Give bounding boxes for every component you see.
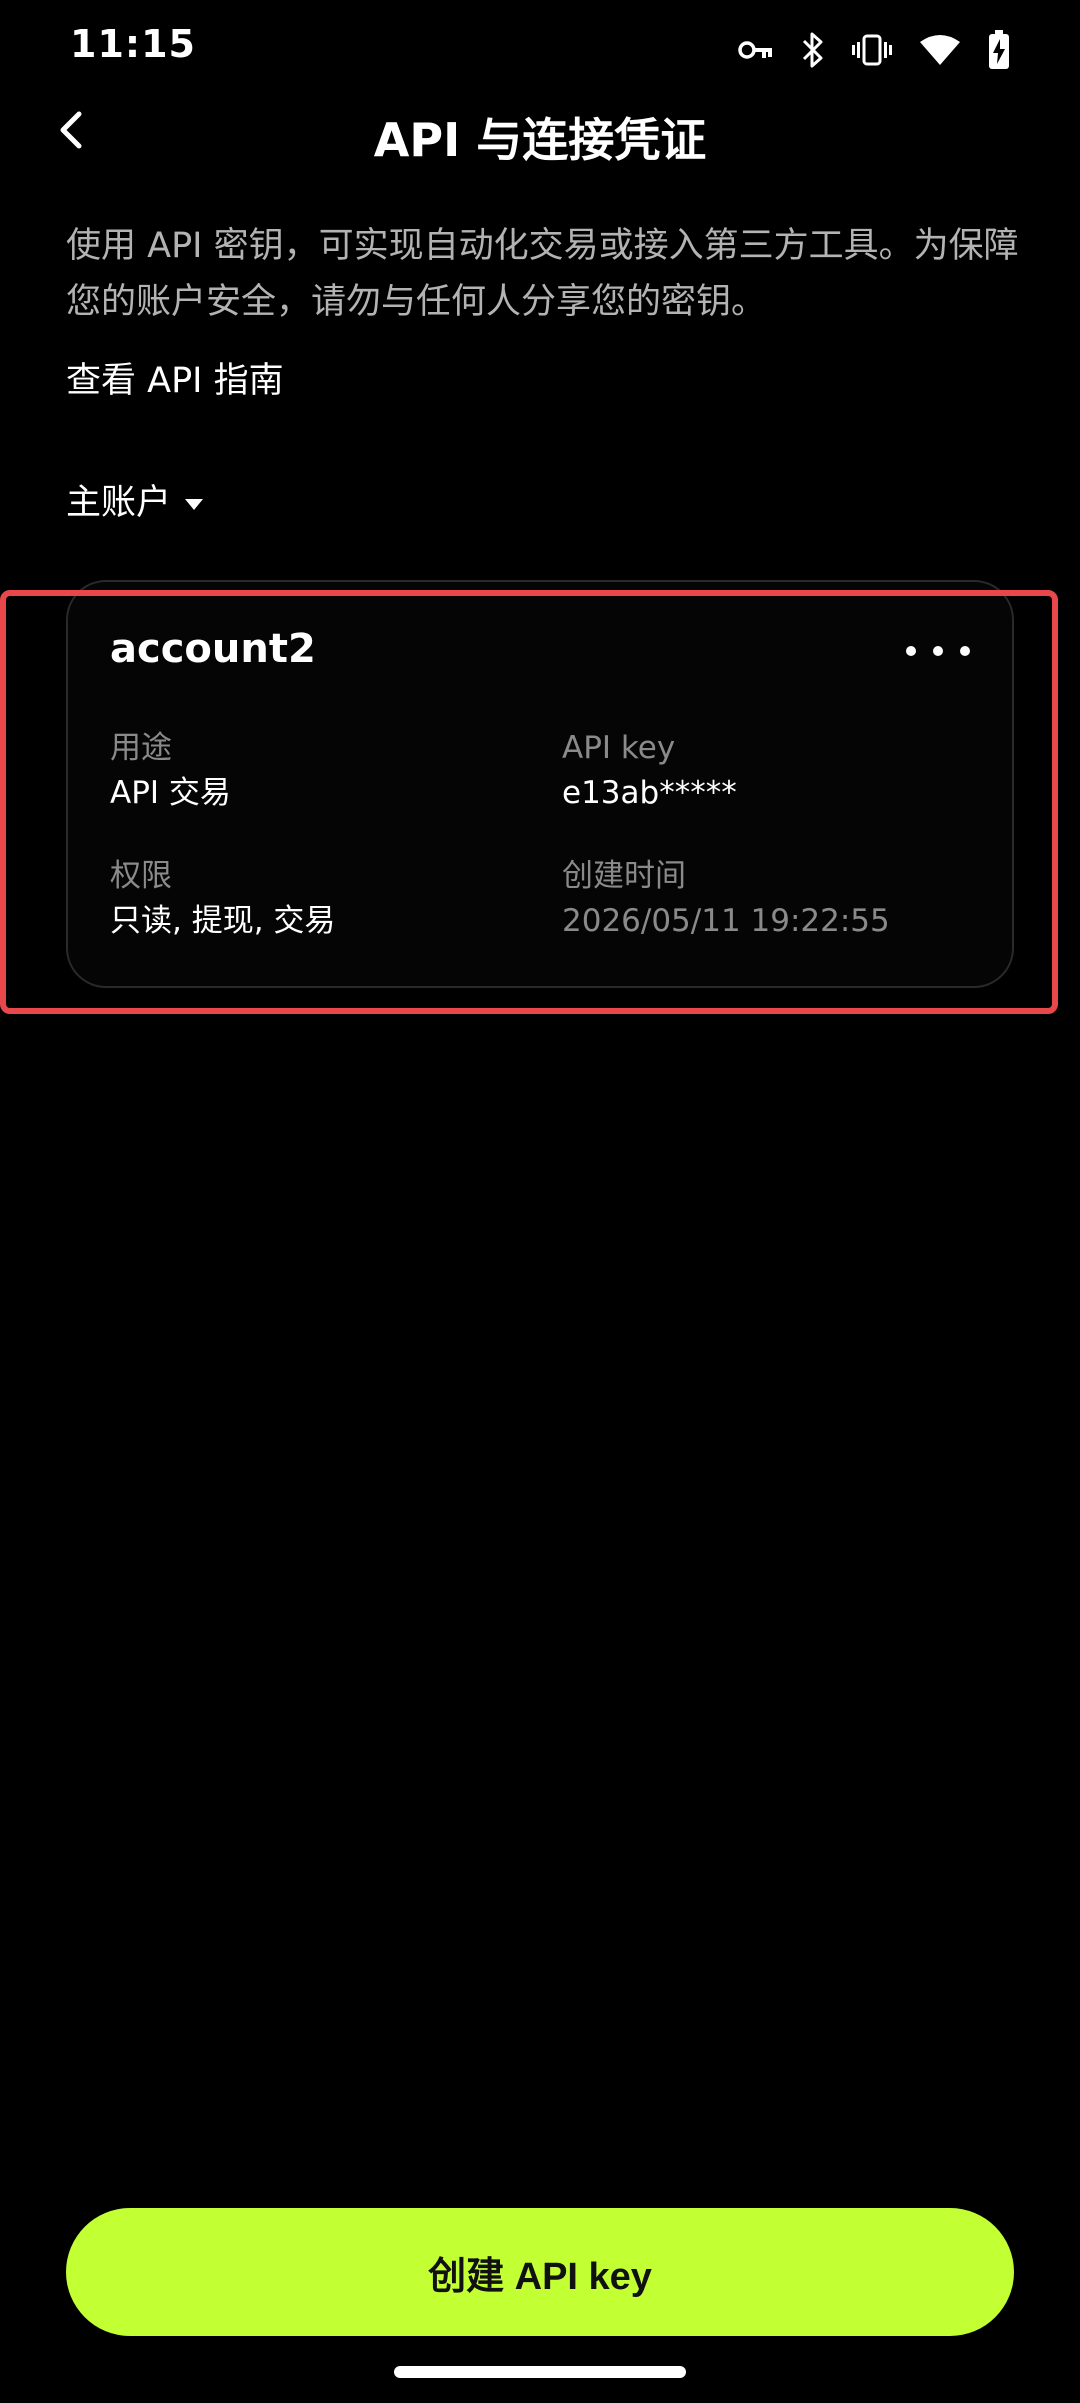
status-bar: 11:15 (0, 0, 1080, 100)
highlight-box (0, 590, 1058, 1014)
create-api-key-button[interactable]: 创建 API key (66, 2208, 1014, 2336)
account-selector[interactable]: 主账户 (66, 474, 204, 525)
bluetooth-icon (802, 31, 824, 69)
status-time: 11:15 (70, 22, 196, 66)
home-indicator[interactable] (394, 2366, 686, 2378)
vpn-key-icon (738, 38, 774, 62)
status-icons (738, 28, 1010, 72)
account-selector-label: 主账户 (66, 483, 172, 523)
caret-down-icon (185, 480, 204, 520)
app-header: API 与连接凭证 (0, 100, 1080, 167)
wifi-icon (920, 34, 960, 66)
page-title: API 与连接凭证 (373, 113, 707, 167)
api-description: 使用 API 密钥，可实现自动化交易或接入第三方工具。为保障您的账户安全，请勿与… (66, 226, 1019, 322)
vibrate-icon (852, 33, 892, 67)
battery-charging-icon (988, 30, 1010, 70)
api-guide-link[interactable]: 查看 API 指南 (66, 352, 284, 403)
